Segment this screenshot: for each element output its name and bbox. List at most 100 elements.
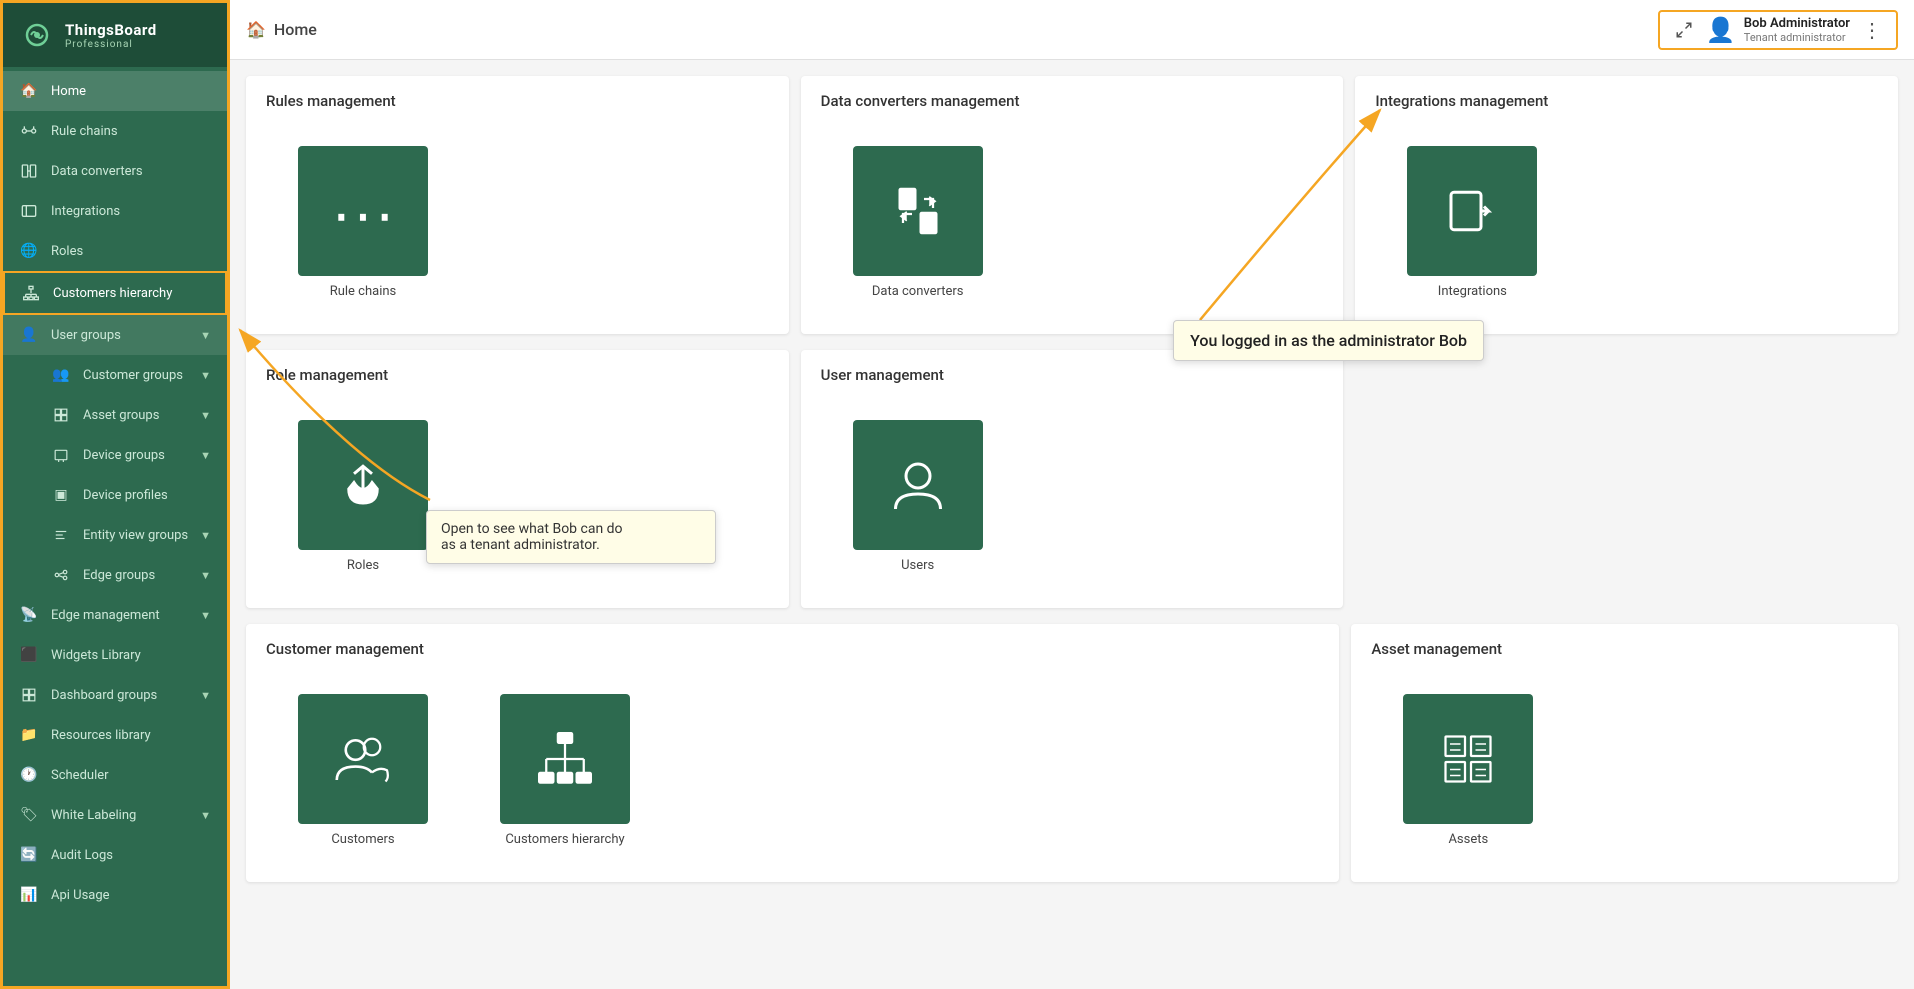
chevron-down-icon: ▼ (200, 529, 211, 542)
integrations-icon-box (1407, 146, 1537, 276)
rule-chains-svg: <...> (333, 181, 393, 241)
asset-groups-icon (51, 405, 71, 425)
sidebar-item-roles[interactable]: 🌐 Roles (3, 231, 227, 271)
sidebar-item-home[interactable]: 🏠 Home (3, 71, 227, 111)
rule-chains-icon-box: <...> (298, 146, 428, 276)
sidebar-item-label: Data converters (51, 164, 211, 179)
sidebar-logo-text: ThingsBoard Professional (65, 21, 157, 50)
roles-icon: 🌐 (19, 241, 39, 261)
sidebar-item-label: White Labeling (51, 808, 200, 823)
sidebar-item-data-converters[interactable]: Data converters (3, 151, 227, 191)
topbar: 🏠 Home 👤 Bob Administrator Tenant admini… (230, 0, 1914, 60)
fullscreen-button[interactable] (1670, 16, 1698, 44)
content-area: Rules management <...> Rule chains Data … (230, 60, 1914, 989)
sidebar-item-dashboard-groups[interactable]: Dashboard groups ▼ (3, 675, 227, 715)
sidebar-item-label: Customer groups (83, 368, 200, 383)
sidebar-item-label: Dashboard groups (51, 688, 200, 703)
data-converters-label: Data converters (872, 284, 964, 299)
customers-hierarchy-icon (21, 283, 41, 303)
admin-tooltip: You logged in as the administrator Bob (1173, 320, 1484, 361)
user-management-cards: Users (801, 392, 1344, 608)
sidebar-item-white-labeling[interactable]: 🏷 White Labeling ▼ (3, 795, 227, 835)
sidebar-item-integrations[interactable]: Integrations (3, 191, 227, 231)
open-tooltip: Open to see what Bob can doas a tenant a… (426, 510, 716, 564)
rule-chains-icon (19, 121, 39, 141)
sidebar-item-resources-library[interactable]: 📁 Resources library (3, 715, 227, 755)
sidebar-item-scheduler[interactable]: 🕐 Scheduler (3, 755, 227, 795)
sidebar-item-customers-hierarchy[interactable]: Customers hierarchy (3, 271, 227, 315)
topbar-user[interactable]: 👤 Bob Administrator Tenant administrator (1706, 16, 1850, 44)
rule-chains-label: Rule chains (330, 284, 397, 299)
data-converters-management-title: Data converters management (801, 76, 1344, 118)
chevron-down-icon: ▼ (200, 809, 211, 822)
users-card[interactable]: Users (823, 406, 1013, 586)
sidebar-item-device-profiles[interactable]: ▣ Device profiles (3, 475, 227, 515)
users-icon-box (853, 420, 983, 550)
svg-text:<...>: <...> (333, 188, 393, 229)
sidebar-item-label: Widgets Library (51, 648, 211, 663)
integrations-management-title: Integrations management (1355, 76, 1898, 118)
customers-hierarchy-icon-box (500, 694, 630, 824)
sidebar-item-audit-logs[interactable]: 🔄 Audit Logs (3, 835, 227, 875)
customers-hierarchy-label: Customers hierarchy (505, 832, 624, 847)
sidebar-item-entity-view-groups[interactable]: Entity view groups ▼ (3, 515, 227, 555)
assets-label: Assets (1448, 832, 1488, 847)
sidebar-item-edge-management[interactable]: 📡 Edge management ▼ (3, 595, 227, 635)
sidebar-item-customer-groups[interactable]: 👥 Customer groups ▼ (3, 355, 227, 395)
sidebar-item-widgets-library[interactable]: ⬛ Widgets Library (3, 635, 227, 675)
integrations-label: Integrations (1438, 284, 1507, 299)
resources-library-icon: 📁 (19, 725, 39, 745)
device-groups-icon (51, 445, 71, 465)
rules-management-cards: <...> Rule chains (246, 118, 789, 334)
topbar-home: 🏠 Home (246, 20, 317, 39)
sidebar-nav: 🏠 Home Rule chains Data converters Integ… (3, 67, 227, 986)
api-usage-icon: 📊 (19, 885, 39, 905)
integrations-icon (19, 201, 39, 221)
chevron-down-icon: ▼ (200, 689, 211, 702)
customer-groups-icon: 👥 (51, 365, 71, 385)
sidebar-item-label: Edge groups (83, 568, 200, 583)
user-info: Bob Administrator Tenant administrator (1744, 16, 1850, 44)
home-icon: 🏠 (19, 81, 39, 101)
sidebar-item-label: Asset groups (83, 408, 200, 423)
customers-icon-box (298, 694, 428, 824)
integrations-management-cards: Integrations (1355, 118, 1898, 334)
assets-icon-box (1403, 694, 1533, 824)
sidebar-item-rule-chains[interactable]: Rule chains (3, 111, 227, 151)
rule-chains-card[interactable]: <...> Rule chains (268, 132, 458, 312)
sidebar-item-label: Audit Logs (51, 848, 211, 863)
thingsboard-logo-icon (19, 17, 55, 53)
user-name: Bob Administrator (1744, 16, 1850, 31)
assets-card[interactable]: Assets (1373, 680, 1563, 860)
sidebar-item-device-groups[interactable]: Device groups ▼ (3, 435, 227, 475)
sidebar-item-api-usage[interactable]: 📊 Api Usage (3, 875, 227, 915)
data-converters-card[interactable]: Data converters (823, 132, 1013, 312)
audit-logs-icon: 🔄 (19, 845, 39, 865)
integrations-card[interactable]: Integrations (1377, 132, 1567, 312)
customers-hierarchy-card[interactable]: Customers hierarchy (470, 680, 660, 860)
edge-management-icon: 📡 (19, 605, 39, 625)
chevron-down-icon: ▼ (200, 449, 211, 462)
user-groups-icon: 👤 (19, 325, 39, 345)
top-row: Rules management <...> Rule chains Data … (246, 76, 1898, 334)
sidebar-item-edge-groups[interactable]: Edge groups ▼ (3, 555, 227, 595)
sidebar-item-label: Resources library (51, 728, 211, 743)
sidebar-item-user-groups[interactable]: 👤 User groups ▼ ← (3, 315, 227, 355)
middle-row: Role management Roles Open to (246, 350, 1898, 608)
sidebar-item-asset-groups[interactable]: Asset groups ▼ (3, 395, 227, 435)
logo-sub: Professional (65, 39, 157, 50)
data-converters-icon-box (853, 146, 983, 276)
scheduler-icon: 🕐 (19, 765, 39, 785)
asset-management-section: Asset management (1351, 624, 1898, 882)
role-management-section: Role management Roles Open to (246, 350, 789, 608)
roles-icon-box (298, 420, 428, 550)
customers-card[interactable]: Customers (268, 680, 458, 860)
sidebar-item-label: Customers hierarchy (53, 286, 209, 301)
more-menu-button[interactable]: ⋮ (1858, 18, 1886, 42)
sidebar-item-label: Scheduler (51, 768, 211, 783)
user-avatar-icon: 👤 (1706, 16, 1736, 44)
sidebar-item-label: Home (51, 84, 211, 99)
sidebar-item-label: Device profiles (83, 488, 211, 503)
data-converters-icon (19, 161, 39, 181)
users-label: Users (901, 558, 934, 573)
